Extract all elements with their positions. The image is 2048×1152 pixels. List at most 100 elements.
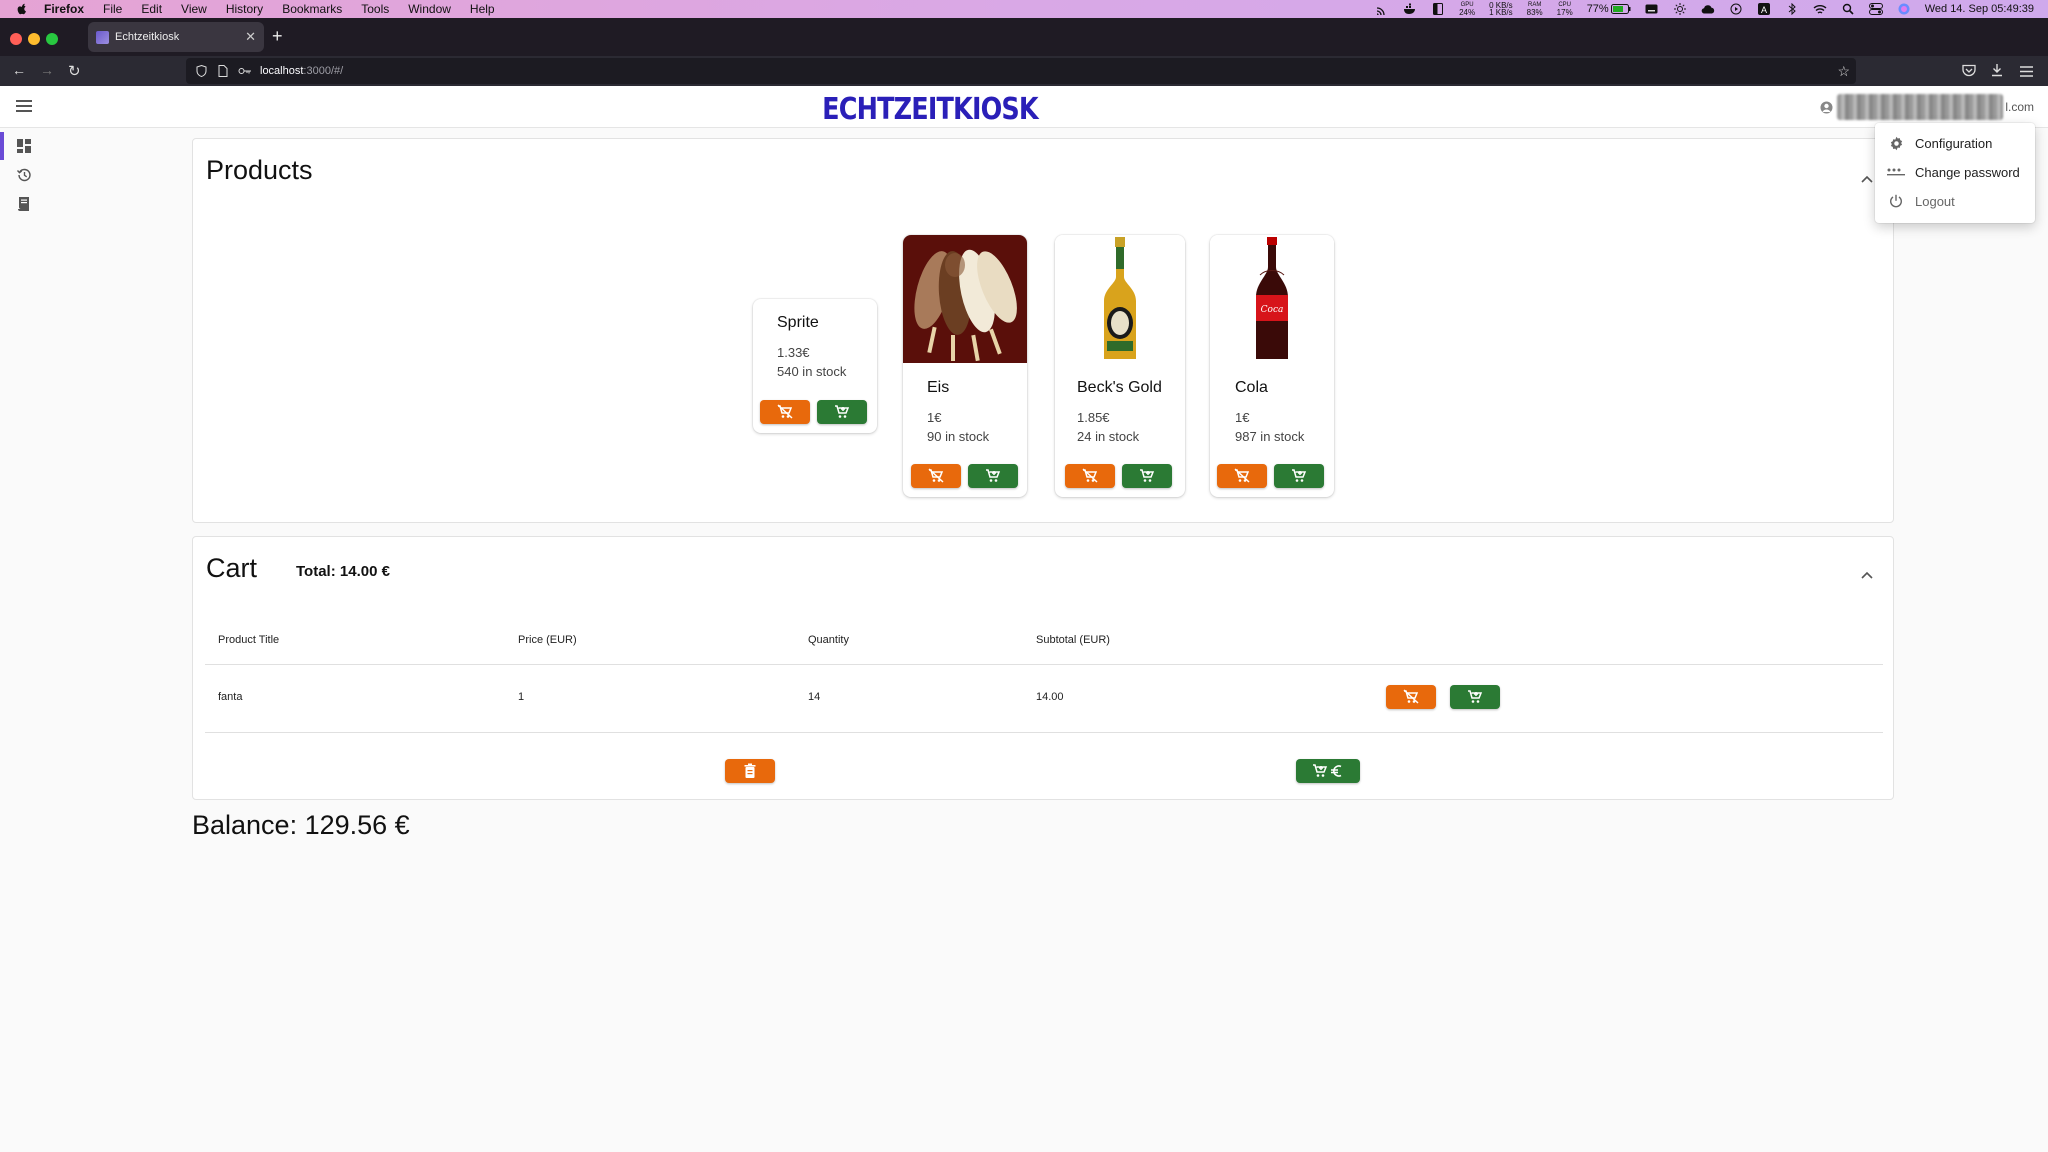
play-circle-icon[interactable] xyxy=(1729,3,1743,15)
menu-item-logout[interactable]: Logout xyxy=(1875,188,2035,214)
pocket-icon[interactable] xyxy=(1962,64,1976,80)
back-arrow-icon[interactable]: ← xyxy=(12,62,26,78)
menu-tools[interactable]: Tools xyxy=(361,2,389,16)
history-icon[interactable] xyxy=(16,167,32,183)
sidebar-active-indicator xyxy=(0,132,4,160)
table-row-divider xyxy=(205,732,1883,733)
product-card-becks-gold[interactable]: Beck's Gold 1.85€ 24 in stock xyxy=(1055,235,1185,497)
remove-from-cart-button[interactable] xyxy=(1065,464,1115,488)
column-header-quantity[interactable]: Quantity xyxy=(808,634,849,646)
input-source-icon[interactable]: A xyxy=(1757,3,1771,15)
column-header-subtotal[interactable]: Subtotal (EUR) xyxy=(1036,634,1110,646)
menu-bookmarks[interactable]: Bookmarks xyxy=(282,2,342,16)
collapse-chevron-up-icon[interactable] xyxy=(1861,175,1873,183)
product-price: 1€ xyxy=(927,410,942,425)
page-info-icon[interactable] xyxy=(216,64,230,78)
bookmark-star-icon[interactable]: ☆ xyxy=(1837,63,1850,80)
hamburger-menu-icon[interactable] xyxy=(16,100,32,112)
balance-label: Balance: 129.56 € xyxy=(192,810,410,840)
menu-item-change-password[interactable]: Change password xyxy=(1875,159,2035,185)
battery-icon xyxy=(1610,4,1631,14)
window-minimize-button[interactable] xyxy=(28,33,40,45)
cpu-stat: CPU 17% xyxy=(1556,2,1573,17)
tab-close-icon[interactable]: ✕ xyxy=(245,29,256,45)
menu-file[interactable]: File xyxy=(103,2,122,16)
gear-icon xyxy=(1887,135,1905,151)
add-to-cart-button[interactable] xyxy=(1274,464,1324,488)
reload-icon[interactable]: ↻ xyxy=(68,62,81,80)
battery-status[interactable]: 77% xyxy=(1587,3,1631,15)
product-card-cola[interactable]: Coca Cola 1€ 987 in stock xyxy=(1210,235,1334,497)
dashboard-icon[interactable] xyxy=(16,138,32,154)
clear-cart-button[interactable] xyxy=(725,759,775,783)
product-image-ice-cream xyxy=(903,235,1027,363)
wifi-icon[interactable] xyxy=(1813,3,1827,15)
remove-from-cart-button[interactable] xyxy=(1217,464,1267,488)
menu-window[interactable]: Window xyxy=(408,2,451,16)
clock[interactable]: Wed 14. Sep 05:49:39 xyxy=(1925,3,2034,15)
bluetooth-icon[interactable] xyxy=(1785,3,1799,15)
column-header-product-title[interactable]: Product Title xyxy=(218,634,279,646)
remove-from-cart-button[interactable] xyxy=(760,400,810,424)
browser-tab-active[interactable]: Echtzeitkiosk ✕ xyxy=(88,22,264,52)
product-image-cola-bottle: Coca xyxy=(1210,235,1334,363)
svg-text:A: A xyxy=(1761,5,1767,15)
menu-edit[interactable]: Edit xyxy=(141,2,162,16)
brightness-icon[interactable] xyxy=(1673,3,1687,15)
cpu-value: 17% xyxy=(1556,8,1573,17)
remove-from-cart-button[interactable] xyxy=(911,464,961,488)
menu-item-label: Configuration xyxy=(1915,135,1993,151)
cart-add-icon xyxy=(835,405,850,418)
cloud-icon[interactable] xyxy=(1701,3,1715,15)
url-path: :3000/#/ xyxy=(303,65,344,77)
menu-item-label: Change password xyxy=(1915,164,2020,180)
app-menu-icon[interactable] xyxy=(2020,64,2033,80)
menu-item-label: Logout xyxy=(1915,193,1955,209)
net-down-value: 1 KB/s xyxy=(1489,8,1513,17)
product-price: 1.33€ xyxy=(777,345,810,360)
product-name: Cola xyxy=(1235,379,1268,396)
control-center-icon[interactable] xyxy=(1868,3,1883,15)
spotlight-search-icon[interactable] xyxy=(1841,3,1855,15)
key-icon[interactable] xyxy=(238,64,252,78)
product-card-sprite[interactable]: Sprite 1.33€ 540 in stock xyxy=(753,299,877,433)
url-bar[interactable]: localhost:3000/#/ ☆ xyxy=(186,58,1856,84)
new-tab-plus-icon[interactable]: + xyxy=(272,26,283,47)
cart-title: Cart xyxy=(206,553,258,583)
menu-help[interactable]: Help xyxy=(470,2,495,16)
docker-icon[interactable] xyxy=(1403,3,1417,15)
menu-history[interactable]: History xyxy=(226,2,263,16)
product-stock: 540 in stock xyxy=(777,364,847,379)
url-host: localhost xyxy=(260,65,304,77)
row-add-button[interactable] xyxy=(1450,685,1500,709)
sidebar-toggle-icon[interactable] xyxy=(1431,3,1445,15)
apple-icon[interactable] xyxy=(14,2,30,16)
menu-app-name[interactable]: Firefox xyxy=(44,2,84,16)
siri-icon[interactable] xyxy=(1897,3,1911,15)
forward-arrow-icon[interactable]: → xyxy=(40,62,54,78)
downloads-icon[interactable] xyxy=(1990,63,2004,80)
menu-item-configuration[interactable]: Configuration xyxy=(1875,130,2035,156)
row-remove-button[interactable] xyxy=(1386,685,1436,709)
password-dots-icon xyxy=(1887,164,1905,180)
add-to-cart-button[interactable] xyxy=(1122,464,1172,488)
collapse-chevron-up-icon[interactable] xyxy=(1861,571,1873,579)
keyboard-icon[interactable] xyxy=(1645,3,1659,15)
sidebar xyxy=(0,128,48,1152)
user-account-button[interactable]: l.com xyxy=(1820,90,2034,124)
menu-view[interactable]: View xyxy=(181,2,207,16)
add-to-cart-button[interactable] xyxy=(817,400,867,424)
product-price: 1€ xyxy=(1235,410,1250,425)
cart-remove-icon xyxy=(928,468,944,483)
shield-icon[interactable] xyxy=(194,64,208,78)
product-card-eis[interactable]: Eis 1€ 90 in stock xyxy=(903,235,1027,497)
checkout-button[interactable] xyxy=(1296,759,1360,783)
product-stock: 987 in stock xyxy=(1235,429,1305,444)
receipt-icon[interactable] xyxy=(16,196,32,212)
cast-icon[interactable] xyxy=(1375,3,1389,15)
add-to-cart-button[interactable] xyxy=(968,464,1018,488)
product-name: Sprite xyxy=(777,314,819,331)
column-header-price[interactable]: Price (EUR) xyxy=(518,634,577,646)
window-zoom-button[interactable] xyxy=(46,33,58,45)
window-close-button[interactable] xyxy=(10,33,22,45)
